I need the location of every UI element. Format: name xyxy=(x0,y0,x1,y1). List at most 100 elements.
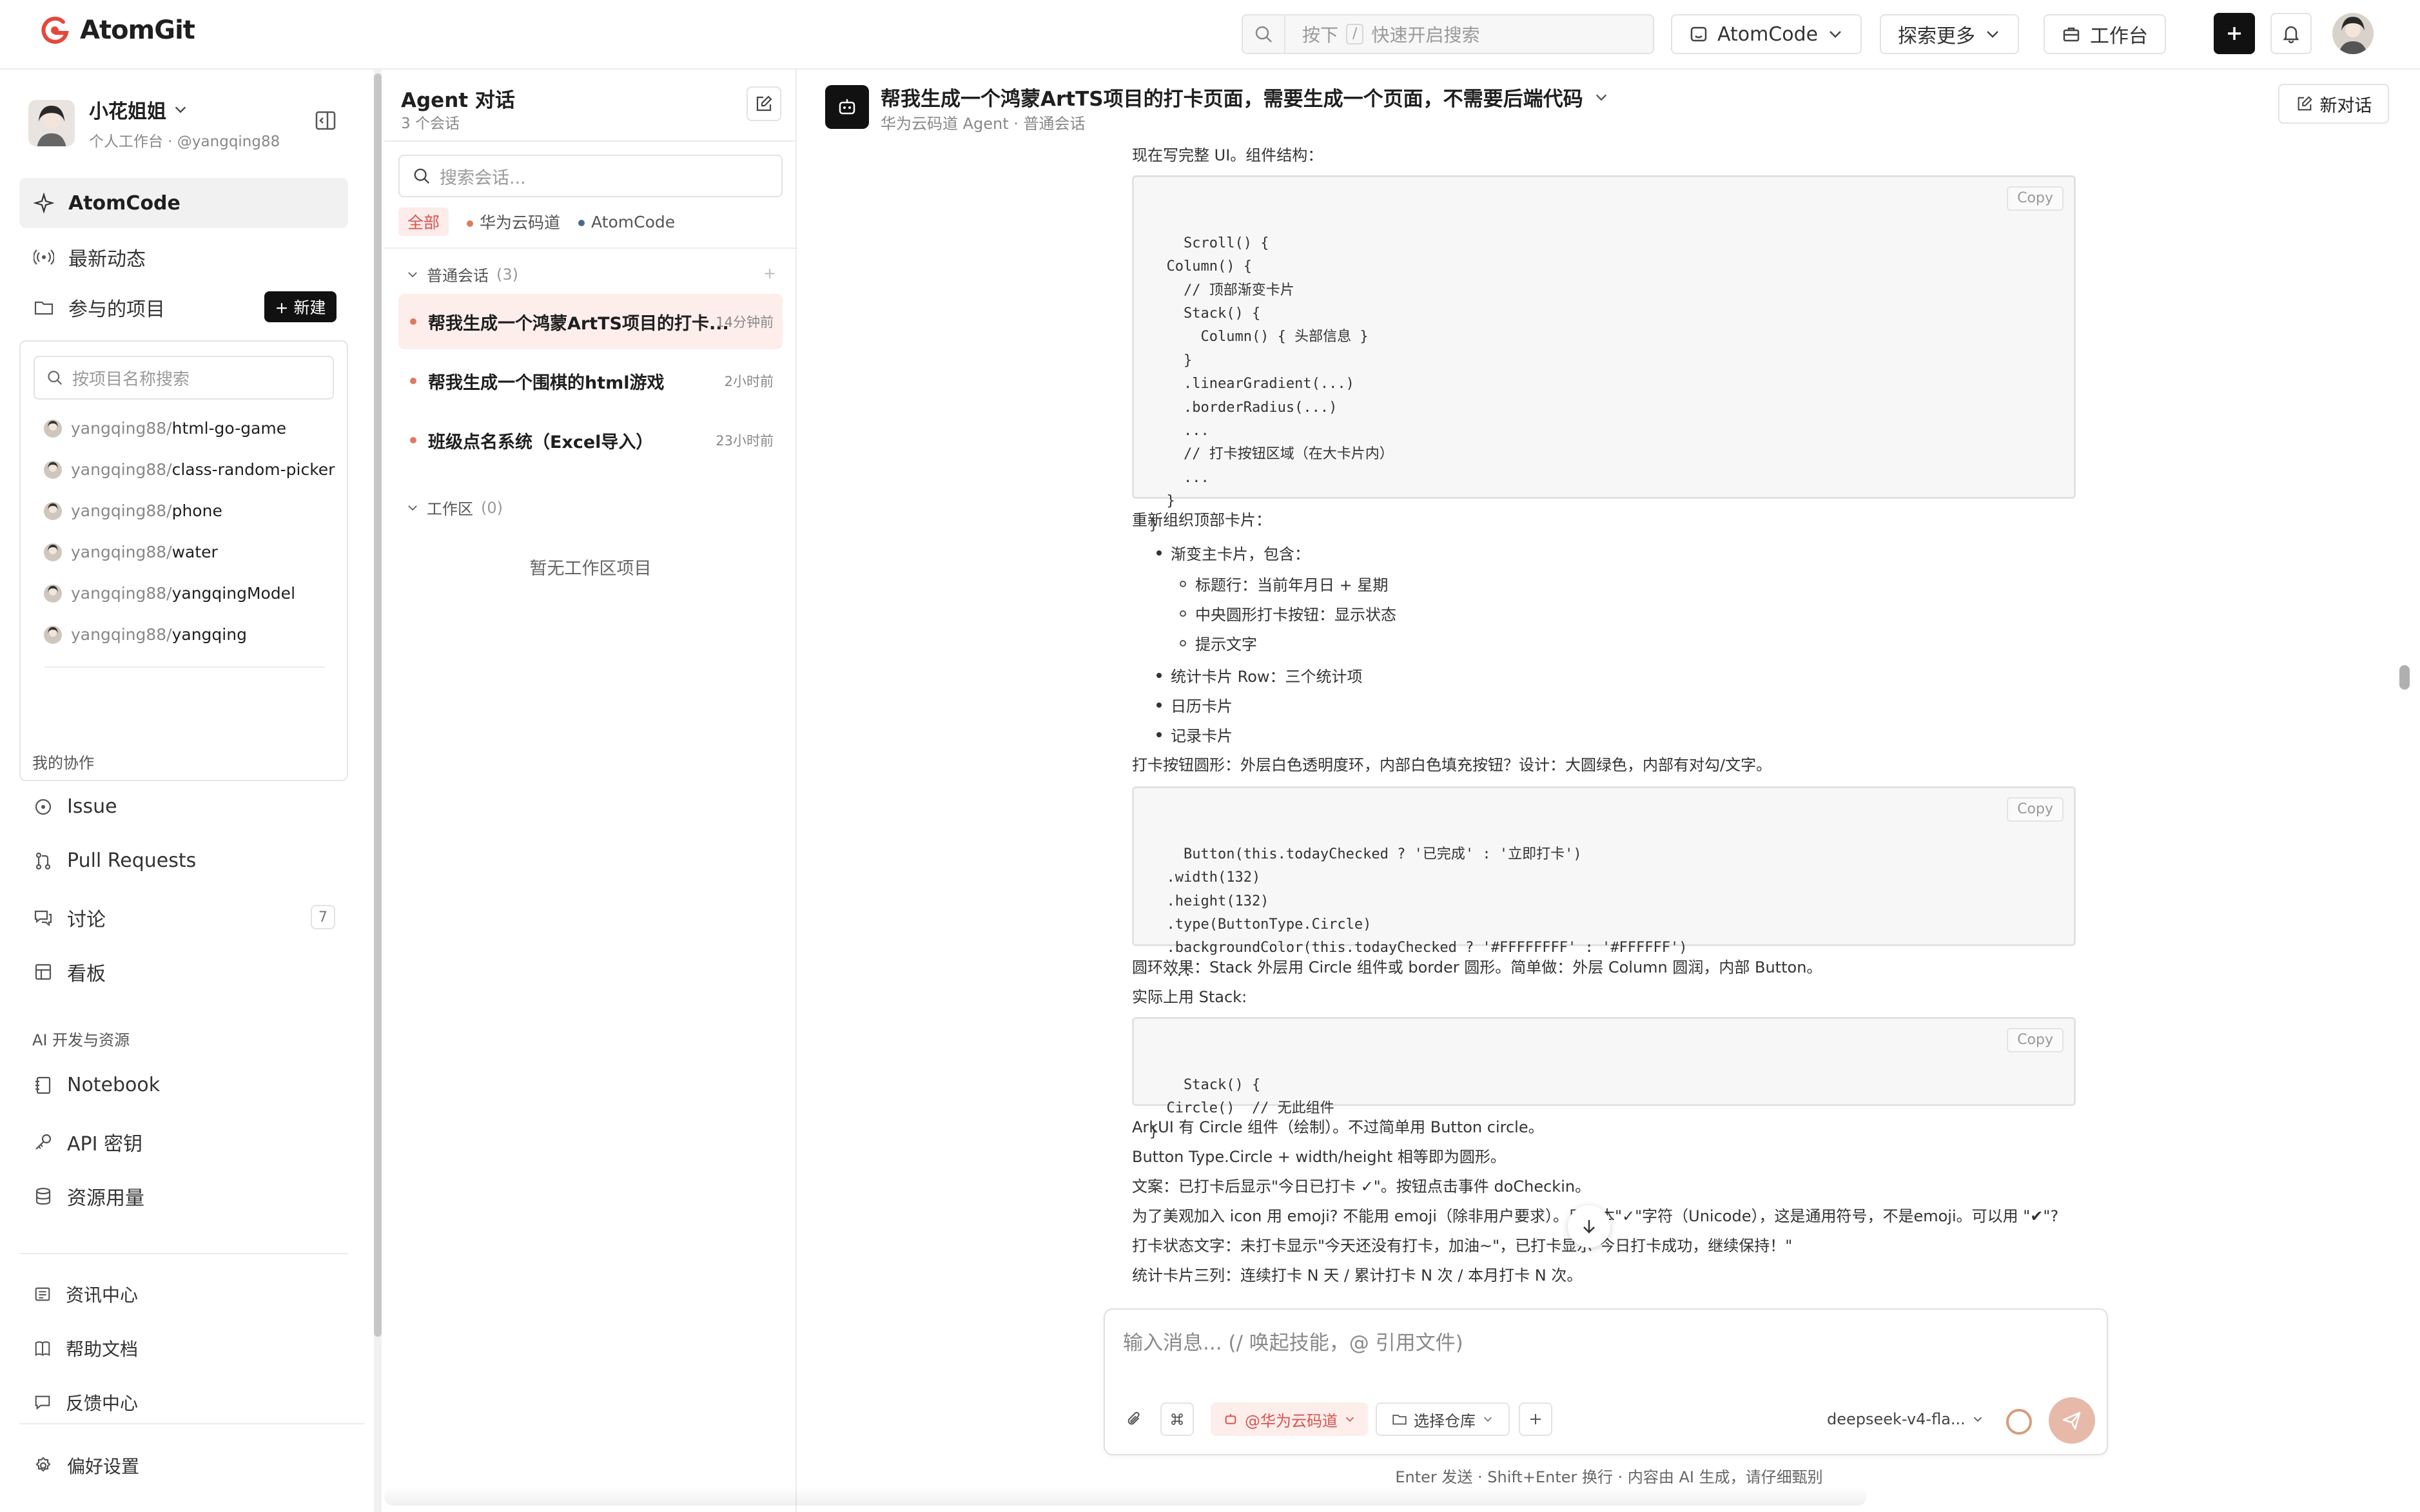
nav-issue[interactable]: Issue xyxy=(34,795,117,818)
project-search-input[interactable]: 按项目名称搜索 xyxy=(34,356,334,400)
attach-button[interactable] xyxy=(1118,1402,1151,1436)
group-work-count: (0) xyxy=(481,498,503,517)
nav-help-docs[interactable]: 帮助文档 xyxy=(34,1335,138,1361)
nav-atomcode[interactable]: AtomCode xyxy=(19,178,348,228)
nav-discussions[interactable]: 讨论 xyxy=(34,904,106,932)
repo-select[interactable]: 选择仓库 xyxy=(1376,1402,1510,1436)
send-button[interactable] xyxy=(2049,1397,2095,1444)
project-item[interactable]: yangqing88/phone xyxy=(44,501,222,520)
project-owner: yangqing88/ xyxy=(71,584,172,603)
edit-icon xyxy=(756,95,772,111)
nav-kanban[interactable]: 看板 xyxy=(34,958,106,986)
database-icon xyxy=(35,1187,51,1205)
user-switcher[interactable]: 小花姐姐 个人工作台 · @yangqing88 xyxy=(28,95,280,151)
nav-help-docs-label: 帮助文档 xyxy=(66,1339,139,1360)
add-context-button[interactable] xyxy=(1519,1402,1552,1436)
filter-all[interactable]: 全部 xyxy=(398,208,449,236)
model-select[interactable]: deepseek-v4-fla... xyxy=(1827,1410,1984,1428)
project-owner: yangqing88/ xyxy=(71,543,172,561)
atomcode-menu-button[interactable]: AtomCode xyxy=(1671,14,1862,54)
status-dot xyxy=(410,318,416,325)
collapse-sidebar-button[interactable] xyxy=(315,110,337,131)
global-search[interactable]: 按下 / 快速开启搜索 xyxy=(1242,14,1654,54)
new-chat-button[interactable]: 新对话 xyxy=(2278,84,2389,124)
chat-title[interactable]: 帮我生成一个鸿蒙ArtTS项目的打卡页面，需要生成一个页面，不需要后端代码 xyxy=(881,82,1609,111)
plus-icon xyxy=(1530,1414,1541,1424)
project-item[interactable]: yangqing88/yangqing xyxy=(44,625,247,644)
group-normal-header[interactable]: 普通会话 (3) xyxy=(406,263,518,286)
conversation-search-input[interactable]: 搜索会话... xyxy=(398,155,783,197)
scroll-to-bottom-button[interactable] xyxy=(1568,1205,1610,1248)
conversation-item[interactable]: 班级点名系统（Excel导入） 23小时前 xyxy=(398,412,783,468)
nav-preferences[interactable]: 偏好设置 xyxy=(34,1453,139,1478)
command-button[interactable] xyxy=(1160,1402,1194,1436)
nav-feedback-center-label: 反馈中心 xyxy=(66,1393,139,1414)
conversation-title: 帮我生成一个鸿蒙ArtTS项目的打卡... xyxy=(428,313,729,334)
channel-label: @华为云码道 xyxy=(1245,1411,1338,1430)
workbench-button[interactable]: 工作台 xyxy=(2044,14,2166,54)
nav-atomcode-label: AtomCode xyxy=(68,191,181,215)
chat-subtitle: 华为云码道 Agent · 普通会话 xyxy=(881,115,1086,133)
chevron-down-icon xyxy=(1483,1417,1492,1422)
nav-notebook[interactable]: Notebook xyxy=(34,1074,160,1096)
notifications-button[interactable] xyxy=(2270,13,2312,54)
nav-latest-activity-label: 最新动态 xyxy=(68,248,146,271)
conversation-item[interactable]: 帮我生成一个围棋的html游戏 2小时前 xyxy=(398,353,783,409)
ai-section-title: AI 开发与资源 xyxy=(32,1031,130,1049)
nav-resource-usage[interactable]: 资源用量 xyxy=(34,1182,144,1210)
code-block: Copy Stack() { Circle() // 无此组件 } xyxy=(1132,1017,2076,1140)
left-sidebar: 小花姐姐 个人工作台 · @yangqing88 AtomCode 最新动态 参… xyxy=(0,70,382,1512)
conversation-time: 23小时前 xyxy=(716,433,774,449)
project-name: class-random-picker xyxy=(171,460,335,479)
filter-atomcode[interactable]: AtomCode xyxy=(578,213,675,231)
atomgit-logo[interactable]: AtomGit xyxy=(39,14,195,46)
filter-atomcode-label: AtomCode xyxy=(591,212,676,231)
add-conversation-icon[interactable]: + xyxy=(763,264,776,282)
chevron-down-icon xyxy=(1595,93,1606,101)
conversation-filters: 全部 华为云码道 AtomCode xyxy=(398,208,675,236)
project-name: yangqing xyxy=(171,625,247,644)
list-item: 提示文字 xyxy=(1180,632,1257,654)
copy-button[interactable]: Copy xyxy=(2007,1028,2064,1052)
message-input[interactable]: 输入消息... (/ 唤起技能，@ 引用文件) xyxy=(1123,1326,1463,1355)
copy-button[interactable]: Copy xyxy=(2007,186,2064,211)
window-bottom-shadow xyxy=(384,1486,1867,1506)
nav-projects[interactable]: 参与的项目 xyxy=(19,282,251,333)
nav-notebook-label: Notebook xyxy=(67,1074,161,1096)
filter-huawei[interactable]: 华为云码道 xyxy=(467,210,560,233)
project-avatar-icon xyxy=(44,460,62,479)
atomcode-menu-label: AtomCode xyxy=(1717,23,1819,46)
gear-icon xyxy=(35,1457,51,1472)
nav-api-keys[interactable]: API 密钥 xyxy=(34,1128,142,1156)
group-work-header[interactable]: 工作区 (0) xyxy=(406,496,503,519)
new-project-button[interactable]: + 新建 xyxy=(264,291,337,322)
nav-news-center[interactable]: 资讯中心 xyxy=(34,1281,138,1307)
new-conversation-button[interactable] xyxy=(746,86,781,121)
nav-discussions-label: 讨论 xyxy=(67,909,106,931)
channel-select[interactable]: @华为云码道 xyxy=(1211,1402,1368,1436)
message-composer: 输入消息... (/ 唤起技能，@ 引用文件) @华为云码道 选择仓库 deep… xyxy=(1104,1308,2108,1455)
paperclip-icon xyxy=(1127,1411,1140,1425)
project-name: phone xyxy=(171,501,222,520)
chat-scrollbar[interactable] xyxy=(2399,665,2410,690)
status-dot xyxy=(578,219,585,226)
group-work-label: 工作区 xyxy=(427,500,473,518)
conversation-item[interactable]: 帮我生成一个鸿蒙ArtTS项目的打卡... 14分钟前 xyxy=(398,294,783,349)
create-button[interactable] xyxy=(2214,13,2255,54)
copy-button[interactable]: Copy xyxy=(2007,797,2064,822)
project-name: html-go-game xyxy=(171,419,287,438)
nav-latest-activity[interactable]: 最新动态 xyxy=(19,232,348,282)
explore-menu-button[interactable]: 探索更多 xyxy=(1880,14,2019,54)
nav-pull-requests[interactable]: Pull Requests xyxy=(34,849,196,872)
project-item[interactable]: yangqing88/class-random-picker xyxy=(44,460,335,479)
sidebar-scrollbar[interactable] xyxy=(374,70,382,1512)
project-item[interactable]: yangqing88/water xyxy=(44,543,218,561)
project-avatar-icon xyxy=(44,543,62,561)
list-item-text: 统计卡片 Row：三个统计项 xyxy=(1171,668,1363,686)
app-name: AtomGit xyxy=(80,15,195,45)
project-item[interactable]: yangqing88/yangqingModel xyxy=(44,584,295,603)
nav-feedback-center[interactable]: 反馈中心 xyxy=(34,1390,138,1415)
user-avatar[interactable] xyxy=(2332,13,2374,54)
project-item[interactable]: yangqing88/html-go-game xyxy=(44,419,286,438)
search-icon xyxy=(48,371,63,385)
